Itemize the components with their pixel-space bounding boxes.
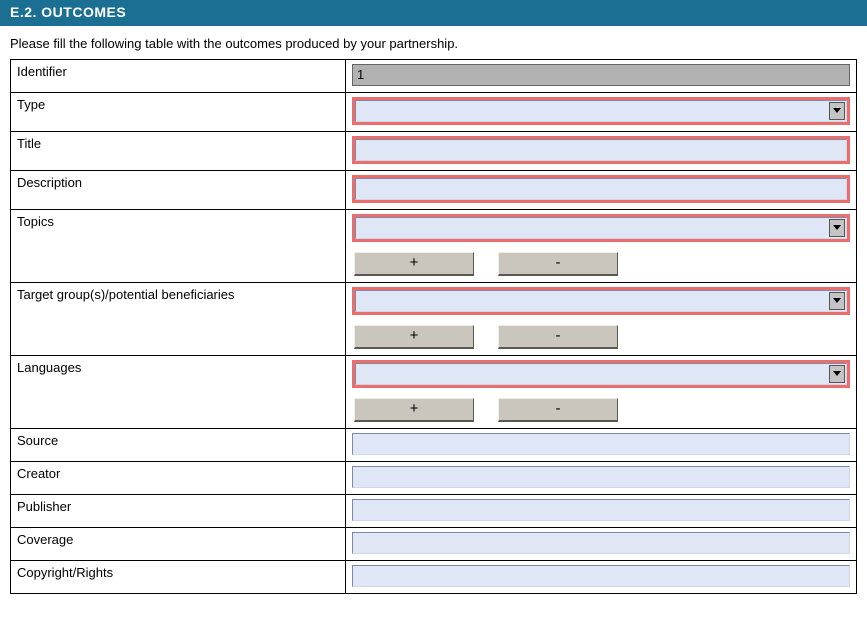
- topics-remove-button[interactable]: -: [498, 252, 618, 276]
- label-description: Description: [11, 171, 346, 210]
- label-languages: Languages: [11, 356, 346, 429]
- row-creator: Creator: [11, 462, 857, 495]
- chevron-down-icon[interactable]: [829, 365, 845, 383]
- section-header: E.2. OUTCOMES: [0, 0, 867, 26]
- target-add-button[interactable]: +: [354, 325, 474, 349]
- row-source: Source: [11, 429, 857, 462]
- label-publisher: Publisher: [11, 495, 346, 528]
- label-title: Title: [11, 132, 346, 171]
- type-select[interactable]: [355, 100, 847, 122]
- languages-select[interactable]: [355, 363, 847, 385]
- label-type: Type: [11, 93, 346, 132]
- chevron-down-icon[interactable]: [829, 102, 845, 120]
- row-target-groups: Target group(s)/potential beneficiaries …: [11, 283, 857, 356]
- row-description: Description: [11, 171, 857, 210]
- languages-add-button[interactable]: +: [354, 398, 474, 422]
- label-identifier: Identifier: [11, 60, 346, 93]
- label-target-groups: Target group(s)/potential beneficiaries: [11, 283, 346, 356]
- topics-select[interactable]: [355, 217, 847, 239]
- publisher-input[interactable]: [352, 499, 850, 521]
- copyright-input[interactable]: [352, 565, 850, 587]
- title-input[interactable]: [355, 139, 847, 161]
- label-coverage: Coverage: [11, 528, 346, 561]
- outcomes-table: Identifier 1 Type Title: [10, 59, 857, 594]
- row-type: Type: [11, 93, 857, 132]
- row-title: Title: [11, 132, 857, 171]
- row-identifier: Identifier 1: [11, 60, 857, 93]
- creator-input[interactable]: [352, 466, 850, 488]
- row-languages: Languages + -: [11, 356, 857, 429]
- label-creator: Creator: [11, 462, 346, 495]
- row-publisher: Publisher: [11, 495, 857, 528]
- label-topics: Topics: [11, 210, 346, 283]
- identifier-field: 1: [352, 64, 850, 86]
- label-source: Source: [11, 429, 346, 462]
- label-copyright: Copyright/Rights: [11, 561, 346, 594]
- languages-remove-button[interactable]: -: [498, 398, 618, 422]
- source-input[interactable]: [352, 433, 850, 455]
- coverage-input[interactable]: [352, 532, 850, 554]
- target-groups-select[interactable]: [355, 290, 847, 312]
- target-remove-button[interactable]: -: [498, 325, 618, 349]
- instruction-text: Please fill the following table with the…: [0, 26, 867, 57]
- chevron-down-icon[interactable]: [829, 292, 845, 310]
- description-input[interactable]: [355, 178, 847, 200]
- row-coverage: Coverage: [11, 528, 857, 561]
- row-topics: Topics + -: [11, 210, 857, 283]
- row-copyright: Copyright/Rights: [11, 561, 857, 594]
- chevron-down-icon[interactable]: [829, 219, 845, 237]
- topics-add-button[interactable]: +: [354, 252, 474, 276]
